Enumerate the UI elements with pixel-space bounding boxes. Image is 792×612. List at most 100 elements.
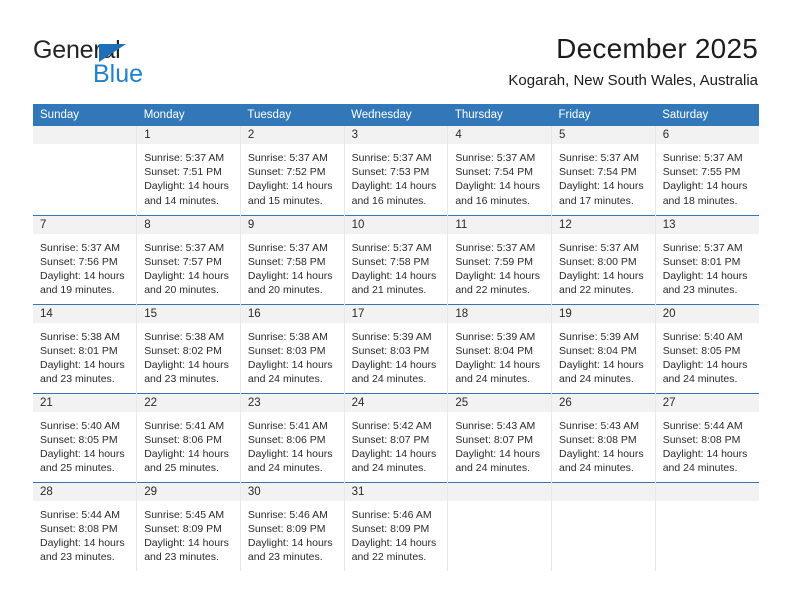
calendar-day-cell[interactable]: 26 Sunrise: 5:43 AM Sunset: 8:08 PM Dayligh…	[551, 392, 656, 482]
weekday-header-wednesday: Wednesday	[344, 104, 448, 126]
weekday-header-sunday: Sunday	[33, 104, 137, 126]
day-number	[448, 482, 552, 501]
sunset-text: Sunset: 8:03 PM	[351, 344, 430, 357]
day-number: 27	[655, 393, 759, 412]
calendar-day-cell[interactable]: 9 Sunrise: 5:37 AM Sunset: 7:58 PM Daylight…	[240, 214, 345, 304]
day-details: Sunrise: 5:37 AM Sunset: 7:58 PM Daylight:…	[345, 234, 448, 298]
calendar-day-cell[interactable]: 21 Sunrise: 5:40 AM Sunset: 8:05 PM Dayligh…	[33, 392, 138, 482]
calendar-body: 1 Sunrise: 5:37 AM Sunset: 7:51 PM Daylight…	[33, 126, 759, 571]
day-details: Sunrise: 5:38 AM Sunset: 8:01 PM Daylight:…	[33, 323, 136, 387]
daylight-text-line2: and 16 minutes.	[351, 194, 427, 207]
day-number: 17	[344, 304, 448, 323]
day-number: 29	[137, 482, 240, 501]
day-details: Sunrise: 5:37 AM Sunset: 8:01 PM Daylight:…	[656, 234, 759, 298]
day-details: Sunrise: 5:44 AM Sunset: 8:08 PM Daylight:…	[33, 501, 136, 565]
calendar-day-cell[interactable]: 14 Sunrise: 5:38 AM Sunset: 8:01 PM Dayligh…	[33, 303, 138, 393]
day-number: 23	[240, 393, 344, 412]
sunrise-text: Sunrise: 5:46 AM	[351, 508, 432, 521]
sunset-text: Sunset: 7:59 PM	[455, 255, 533, 268]
sunrise-text: Sunrise: 5:38 AM	[144, 330, 225, 343]
day-number	[33, 126, 137, 144]
sunrise-text: Sunrise: 5:37 AM	[144, 241, 225, 254]
calendar-day-cell[interactable]: 12 Sunrise: 5:37 AM Sunset: 8:00 PM Dayligh…	[551, 214, 656, 304]
calendar-day-cell[interactable]: 8 Sunrise: 5:37 AM Sunset: 7:57 PM Daylight…	[136, 214, 241, 304]
calendar-day-cell[interactable]: 25 Sunrise: 5:43 AM Sunset: 8:07 PM Dayligh…	[447, 392, 553, 482]
daylight-text-line2: and 24 minutes.	[455, 462, 531, 475]
weekday-header-thursday: Thursday	[447, 104, 552, 126]
day-number: 2	[240, 126, 344, 144]
calendar-day-cell[interactable]: 3 Sunrise: 5:37 AM Sunset: 7:53 PM Daylight…	[344, 126, 449, 215]
sunrise-text: Sunrise: 5:38 AM	[40, 330, 120, 343]
weekday-header-friday: Friday	[551, 104, 656, 126]
sunrise-text: Sunrise: 5:43 AM	[559, 419, 639, 432]
title-block: December 2025 Kogarah, New South Wales, …	[508, 32, 758, 90]
day-details: Sunrise: 5:37 AM Sunset: 7:53 PM Daylight:…	[345, 144, 448, 208]
calendar-week-row: 21 Sunrise: 5:40 AM Sunset: 8:05 PM Dayligh…	[33, 392, 759, 482]
sunset-text: Sunset: 8:06 PM	[144, 433, 222, 446]
day-number: 21	[33, 393, 137, 412]
page-header: General Blue December 2025 Kogarah, New …	[0, 0, 792, 104]
day-number: 14	[33, 304, 137, 323]
daylight-text-line2: and 23 minutes.	[144, 551, 219, 564]
sunset-text: Sunset: 7:57 PM	[144, 255, 222, 268]
day-number: 16	[240, 304, 344, 323]
calendar-day-cell[interactable]: 11 Sunrise: 5:37 AM Sunset: 7:59 PM Dayligh…	[447, 214, 553, 304]
day-number: 19	[552, 304, 655, 323]
day-number: 28	[33, 482, 137, 501]
calendar-day-cell[interactable]: 28 Sunrise: 5:44 AM Sunset: 8:08 PM Dayligh…	[33, 481, 138, 571]
day-number: 31	[344, 482, 448, 501]
sunset-text: Sunset: 8:07 PM	[455, 433, 533, 446]
calendar-header-row: Sunday Monday Tuesday Wednesday Thursday…	[33, 104, 759, 126]
calendar-day-cell[interactable]: 29 Sunrise: 5:45 AM Sunset: 8:09 PM Dayligh…	[136, 481, 241, 571]
calendar-day-cell[interactable]: 13 Sunrise: 5:37 AM Sunset: 8:01 PM Dayligh…	[655, 214, 759, 304]
sunset-text: Sunset: 7:54 PM	[455, 166, 533, 179]
day-number: 8	[137, 215, 240, 234]
sunrise-text: Sunrise: 5:41 AM	[144, 419, 225, 432]
day-details: Sunrise: 5:38 AM Sunset: 8:03 PM Daylight:…	[241, 323, 344, 387]
daylight-text-line2: and 14 minutes.	[144, 194, 219, 207]
calendar-day-cell[interactable]: 18 Sunrise: 5:39 AM Sunset: 8:04 PM Dayligh…	[447, 303, 553, 393]
calendar-day-cell[interactable]: 1 Sunrise: 5:37 AM Sunset: 7:51 PM Daylight…	[136, 126, 241, 215]
calendar-day-cell[interactable]: 30 Sunrise: 5:46 AM Sunset: 8:09 PM Dayligh…	[240, 481, 345, 571]
calendar-day-cell[interactable]: 19 Sunrise: 5:39 AM Sunset: 8:04 PM Dayligh…	[551, 303, 656, 393]
day-number: 30	[240, 482, 344, 501]
calendar-day-cell[interactable]: 15 Sunrise: 5:38 AM Sunset: 8:02 PM Dayligh…	[136, 303, 241, 393]
sunrise-text: Sunrise: 5:37 AM	[144, 152, 225, 164]
calendar-day-cell[interactable]: 27 Sunrise: 5:44 AM Sunset: 8:08 PM Dayligh…	[655, 392, 759, 482]
day-details: Sunrise: 5:45 AM Sunset: 8:09 PM Daylight:…	[137, 501, 240, 565]
calendar-day-cell[interactable]: 5 Sunrise: 5:37 AM Sunset: 7:54 PM Daylight…	[551, 126, 656, 215]
weekday-header-monday: Monday	[136, 104, 241, 126]
calendar-day-cell[interactable]: 24 Sunrise: 5:42 AM Sunset: 8:07 PM Dayligh…	[344, 392, 449, 482]
sunset-text: Sunset: 8:05 PM	[40, 433, 118, 446]
sunrise-text: Sunrise: 5:37 AM	[662, 241, 743, 254]
calendar-day-cell[interactable]: 16 Sunrise: 5:38 AM Sunset: 8:03 PM Dayligh…	[240, 303, 345, 393]
calendar-day-cell[interactable]: 10 Sunrise: 5:37 AM Sunset: 7:58 PM Dayligh…	[344, 214, 449, 304]
sunset-text: Sunset: 8:06 PM	[247, 433, 326, 446]
calendar-day-cell[interactable]: 4 Sunrise: 5:37 AM Sunset: 7:54 PM Daylight…	[447, 126, 553, 215]
day-number: 26	[552, 393, 655, 412]
daylight-text-line1: Daylight: 14 hours	[351, 447, 437, 460]
calendar-day-cell[interactable]: 31 Sunrise: 5:46 AM Sunset: 8:09 PM Dayligh…	[344, 481, 449, 571]
calendar-day-cell[interactable]: 20 Sunrise: 5:40 AM Sunset: 8:05 PM Dayligh…	[655, 303, 759, 393]
sunrise-text: Sunrise: 5:38 AM	[247, 330, 328, 343]
daylight-text-line2: and 15 minutes.	[247, 194, 323, 207]
calendar-day-cell[interactable]: 22 Sunrise: 5:41 AM Sunset: 8:06 PM Dayligh…	[136, 392, 241, 482]
calendar-day-cell[interactable]: 2 Sunrise: 5:37 AM Sunset: 7:52 PM Daylight…	[240, 126, 345, 215]
day-number: 3	[344, 126, 448, 144]
daylight-text-line1: Daylight: 14 hours	[40, 447, 125, 460]
calendar-day-cell[interactable]: 17 Sunrise: 5:39 AM Sunset: 8:03 PM Dayligh…	[344, 303, 449, 393]
day-number: 1	[137, 126, 240, 144]
calendar-day-cell[interactable]: 7 Sunrise: 5:37 AM Sunset: 7:56 PM Daylight…	[33, 214, 138, 304]
daylight-text-line2: and 20 minutes.	[144, 284, 219, 297]
day-details: Sunrise: 5:37 AM Sunset: 7:52 PM Daylight:…	[241, 144, 344, 208]
calendar-day-cell[interactable]: 6 Sunrise: 5:37 AM Sunset: 7:55 PM Daylight…	[655, 126, 759, 215]
daylight-text-line1: Daylight: 14 hours	[662, 180, 748, 193]
daylight-text-line1: Daylight: 14 hours	[40, 358, 125, 371]
weekday-header-row: Sunday Monday Tuesday Wednesday Thursday…	[33, 104, 759, 126]
day-details: Sunrise: 5:42 AM Sunset: 8:07 PM Daylight:…	[345, 412, 448, 476]
daylight-text-line2: and 20 minutes.	[247, 284, 323, 297]
daylight-text-line2: and 24 minutes.	[559, 462, 634, 475]
sunset-text: Sunset: 8:02 PM	[144, 344, 222, 357]
calendar-day-cell[interactable]: 23 Sunrise: 5:41 AM Sunset: 8:06 PM Dayligh…	[240, 392, 345, 482]
daylight-text-line2: and 24 minutes.	[247, 373, 323, 386]
